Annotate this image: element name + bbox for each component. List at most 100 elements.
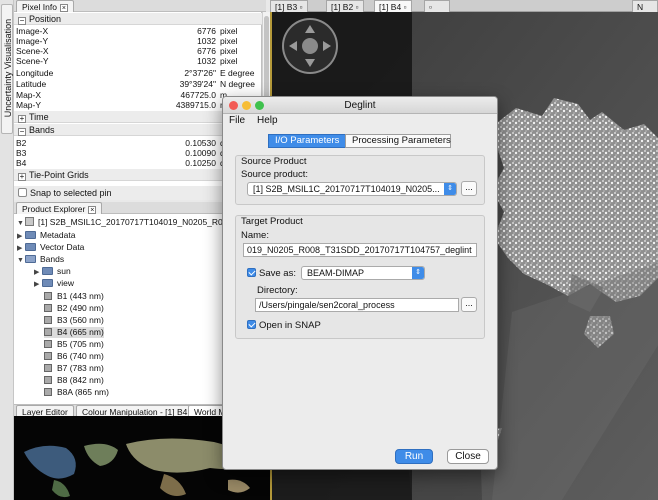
chevron-updown-icon[interactable]: ⇕ [444, 183, 456, 195]
tree-band[interactable]: B2 (490 nm) [44, 303, 104, 314]
tree-band[interactable]: B8A (865 nm) [44, 387, 109, 398]
tree-sun[interactable]: ▶ sun [34, 266, 71, 277]
close-window-icon[interactable] [229, 101, 238, 110]
pixel-info-tabbar: Pixel Info × [14, 0, 266, 12]
tab-pixel-info[interactable]: Pixel Info × [16, 0, 74, 12]
band-label: B3 (560 nm) [57, 315, 104, 325]
menu-help[interactable]: Help [257, 114, 278, 127]
tree-band[interactable]: B7 (783 nm) [44, 363, 104, 374]
row-unit: pixel [220, 56, 238, 66]
row-value: 0.10250 [185, 158, 216, 168]
tab-label: [1] B4 [379, 2, 402, 12]
tree-band-selected[interactable]: B4 (665 nm) [44, 327, 104, 338]
chevron-right-icon[interactable]: ▶ [17, 231, 25, 242]
time-section-label: Time [29, 112, 49, 122]
row-key: Image-Y [16, 36, 49, 46]
close-icon[interactable]: × [88, 206, 97, 214]
tree-vector-data[interactable]: ▶ Vector Data [17, 242, 84, 253]
close-icon[interactable]: ▫ [404, 2, 407, 12]
chevron-down-icon[interactable]: ▼ [17, 218, 25, 229]
row-value: 2°37'26" [184, 68, 216, 78]
band-icon [44, 388, 52, 396]
browse-directory-button[interactable]: ... [461, 297, 477, 312]
chevron-right-icon[interactable]: ▶ [34, 279, 42, 290]
chevron-down-icon[interactable]: ▼ [17, 255, 25, 266]
chevron-right-icon[interactable]: ▶ [34, 267, 42, 278]
band-icon [44, 316, 52, 324]
tab-image-b2[interactable]: [1] B2 ▫ [326, 0, 364, 12]
tab-product-explorer[interactable]: Product Explorer × [16, 202, 103, 214]
directory-field[interactable]: /Users/pingale/sen2coral_process [255, 298, 459, 312]
band-icon [44, 340, 52, 348]
menu-file[interactable]: File [229, 114, 245, 127]
tree-band[interactable]: B1 (443 nm) [44, 291, 104, 302]
navigation-control[interactable] [282, 18, 338, 74]
position-row: Latitude 39°39'24" N degree [14, 79, 262, 89]
tree-band[interactable]: B3 (560 nm) [44, 315, 104, 326]
chevron-updown-icon[interactable]: ⇕ [412, 267, 424, 279]
tree-metadata[interactable]: ▶ Metadata [17, 230, 75, 241]
row-key: B2 [16, 138, 27, 148]
position-row: Scene-X 6776 pixel [14, 46, 262, 56]
browse-source-button[interactable]: ... [461, 181, 477, 196]
source-product-label: Source product: [241, 169, 309, 180]
expand-icon[interactable]: + [18, 115, 26, 123]
tree-view[interactable]: ▶ view [34, 278, 74, 289]
source-product-value: [1] S2B_MSIL1C_20170717T104019_N0205... [253, 184, 440, 194]
band-icon [44, 352, 52, 360]
product-explorer-tab-label: Product Explorer [22, 204, 86, 214]
save-as-option[interactable]: Save as: [247, 268, 296, 279]
position-row: Image-Y 1032 pixel [14, 36, 262, 46]
close-icon[interactable]: ▫ [356, 2, 359, 12]
collapse-icon[interactable]: − [18, 128, 26, 136]
band-icon [44, 364, 52, 372]
row-unit: E degree [220, 68, 255, 78]
position-section[interactable]: − Position [14, 13, 262, 25]
tree-band[interactable]: B5 (705 nm) [44, 339, 104, 350]
row-unit: pixel [220, 46, 238, 56]
folder-icon [25, 243, 36, 251]
tree-product[interactable]: ▼ [1] S2B_MSIL1C_20170717T104019_N0205_R0… [17, 217, 232, 228]
row-key: Map-Y [16, 100, 42, 110]
tab-overflow[interactable]: N [632, 0, 658, 12]
view-label: view [57, 278, 75, 288]
source-product-group-label: Source Product [241, 156, 307, 167]
source-product-select[interactable]: [1] S2B_MSIL1C_20170717T104019_N0205... … [247, 182, 457, 196]
tree-band[interactable]: B8 (842 nm) [44, 375, 104, 386]
tab-window-controls[interactable]: ▫ [424, 0, 450, 12]
run-button[interactable]: Run [395, 449, 433, 464]
row-key: Longitude [16, 68, 54, 78]
bands-label: Bands [40, 254, 65, 264]
chevron-right-icon[interactable]: ▶ [17, 243, 25, 254]
pan-arrows-icon[interactable] [284, 20, 336, 72]
band-label: B5 (705 nm) [57, 339, 104, 349]
tab-processing-parameters[interactable]: Processing Parameters [345, 134, 451, 148]
uncertainty-visualisation-tab[interactable]: Uncertainty Visualisation [1, 4, 13, 134]
open-in-snap-checkbox[interactable] [247, 320, 256, 329]
window-icon: ▫ [429, 2, 433, 12]
snap-checkbox[interactable] [18, 188, 27, 197]
minimize-window-icon[interactable] [242, 101, 251, 110]
folder-icon [25, 231, 36, 239]
target-name-field[interactable]: 019_N0205_R008_T31SDD_20170717T104757_de… [243, 243, 477, 257]
tab-image-b4[interactable]: [1] B4 ▫ [374, 0, 412, 12]
close-button[interactable]: Close [447, 449, 489, 464]
close-icon[interactable]: × [59, 4, 68, 12]
format-select[interactable]: BEAM-DIMAP ⇕ [301, 266, 425, 280]
band-icon [44, 376, 52, 384]
close-icon[interactable]: ▫ [300, 2, 303, 12]
open-in-snap-option[interactable]: Open in SNAP [247, 320, 321, 331]
expand-icon[interactable]: + [18, 173, 26, 181]
tree-band[interactable]: B6 (740 nm) [44, 351, 104, 362]
tab-image-b3[interactable]: [1] B3 ▫ [270, 0, 308, 12]
tab-io-parameters[interactable]: I/O Parameters [268, 134, 346, 148]
tab-label: [1] B2 [331, 2, 354, 12]
zoom-window-icon[interactable] [255, 101, 264, 110]
dialog-titlebar[interactable]: Deglint [223, 97, 497, 114]
save-as-checkbox[interactable] [247, 268, 256, 277]
collapse-icon[interactable]: − [18, 17, 26, 25]
row-value: 467725.0 [180, 90, 216, 100]
scrollbar-thumb[interactable] [264, 16, 269, 106]
product-label: [1] S2B_MSIL1C_20170717T104019_N0205_R00… [38, 217, 233, 227]
tree-bands[interactable]: ▼ Bands [17, 254, 64, 265]
